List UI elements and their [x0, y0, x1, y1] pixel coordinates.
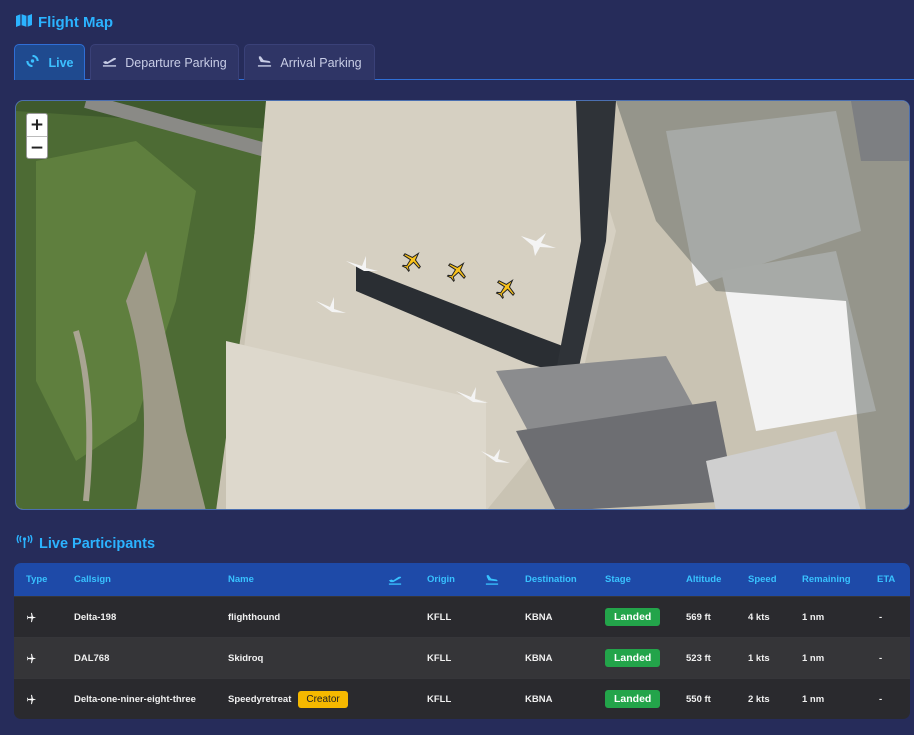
- flight-map[interactable]: + −: [15, 100, 910, 510]
- eta-cell: -: [879, 611, 883, 623]
- arrival-icon: [257, 55, 272, 70]
- name-cell: flighthound: [228, 611, 281, 623]
- creator-badge: Creator: [298, 690, 348, 708]
- altitude-cell: 569 ft: [686, 611, 711, 623]
- live-spinner-icon: [25, 54, 40, 70]
- table-header: Type Callsign Name Origin Destination St…: [14, 563, 910, 596]
- stage-cell: Landed: [605, 597, 661, 637]
- tab-departure-parking[interactable]: Departure Parking: [90, 44, 239, 80]
- altitude-cell: 523 ft: [686, 652, 711, 664]
- broadcast-icon: [16, 534, 33, 552]
- altitude-cell: 550 ft: [686, 693, 711, 705]
- col-destination: Destination: [525, 574, 577, 585]
- col-stage: Stage: [605, 574, 631, 585]
- table-row[interactable]: DAL768 Skidroq KFLL KBNA Landed 523 ft 1…: [14, 637, 910, 678]
- destination-cell: KBNA: [525, 611, 553, 623]
- origin-cell: KFLL: [427, 693, 452, 705]
- name-cell: Speedyretreat Creator: [228, 679, 348, 719]
- callsign-cell: Delta-198: [74, 611, 117, 623]
- col-type: Type: [26, 574, 48, 585]
- status-badge: Landed: [605, 649, 661, 667]
- eta-cell: -: [879, 652, 883, 664]
- callsign-cell: Delta-one-niner-eight-three: [74, 693, 196, 705]
- table-row[interactable]: Delta-one-niner-eight-three Speedyretrea…: [14, 678, 910, 719]
- col-origin: Origin: [427, 574, 455, 585]
- tab-arrival-label: Arrival Parking: [280, 55, 362, 70]
- callsign-cell: DAL768: [74, 652, 110, 664]
- arrival-column-icon: [485, 563, 499, 596]
- live-aircraft-icon[interactable]: [494, 276, 518, 305]
- tab-live-label: Live: [48, 55, 74, 70]
- speed-cell: 4 kts: [748, 611, 770, 623]
- name-cell: Skidroq: [228, 652, 264, 664]
- eta-cell: -: [879, 693, 883, 705]
- destination-cell: KBNA: [525, 693, 553, 705]
- zoom-in-button[interactable]: +: [27, 114, 47, 136]
- col-eta: ETA: [877, 574, 896, 585]
- zoom-control: + −: [26, 113, 48, 159]
- tab-bar: Live Departure Parking Arrival Parking: [14, 44, 914, 80]
- remaining-cell: 1 nm: [802, 652, 825, 664]
- status-badge: Landed: [605, 690, 661, 708]
- speed-cell: 1 kts: [748, 652, 770, 664]
- live-aircraft-icon[interactable]: [400, 249, 424, 278]
- satellite-imagery: [16, 101, 909, 509]
- tab-departure-label: Departure Parking: [125, 55, 227, 70]
- participants-table: Type Callsign Name Origin Destination St…: [14, 563, 910, 719]
- stage-cell: Landed: [605, 638, 661, 678]
- aircraft-type-icon: [26, 638, 37, 678]
- destination-cell: KBNA: [525, 652, 553, 664]
- origin-cell: KFLL: [427, 652, 452, 664]
- col-altitude: Altitude: [686, 574, 722, 585]
- live-participants-title: Live Participants: [16, 534, 156, 552]
- name-text: Speedyretreat: [228, 693, 292, 705]
- zoom-out-button[interactable]: −: [27, 136, 47, 158]
- tab-live[interactable]: Live: [14, 44, 85, 80]
- tab-arrival-parking[interactable]: Arrival Parking: [244, 44, 375, 80]
- live-participants-label: Live Participants: [39, 535, 156, 552]
- map-icon: [16, 14, 32, 31]
- speed-cell: 2 kts: [748, 693, 770, 705]
- remaining-cell: 1 nm: [802, 611, 825, 623]
- remaining-cell: 1 nm: [802, 693, 825, 705]
- stage-cell: Landed: [605, 679, 661, 719]
- col-remaining: Remaining: [802, 574, 851, 585]
- col-speed: Speed: [748, 574, 777, 585]
- aircraft-type-icon: [26, 597, 37, 637]
- page-title-text: Flight Map: [38, 14, 113, 31]
- departure-icon: [102, 55, 117, 70]
- status-badge: Landed: [605, 608, 661, 626]
- origin-cell: KFLL: [427, 611, 452, 623]
- page-title: Flight Map: [16, 14, 113, 31]
- live-aircraft-icon[interactable]: [445, 259, 469, 288]
- departure-column-icon: [388, 563, 402, 596]
- aircraft-type-icon: [26, 679, 37, 719]
- col-callsign: Callsign: [74, 574, 111, 585]
- col-name: Name: [228, 574, 254, 585]
- table-row[interactable]: Delta-198 flighthound KFLL KBNA Landed 5…: [14, 596, 910, 637]
